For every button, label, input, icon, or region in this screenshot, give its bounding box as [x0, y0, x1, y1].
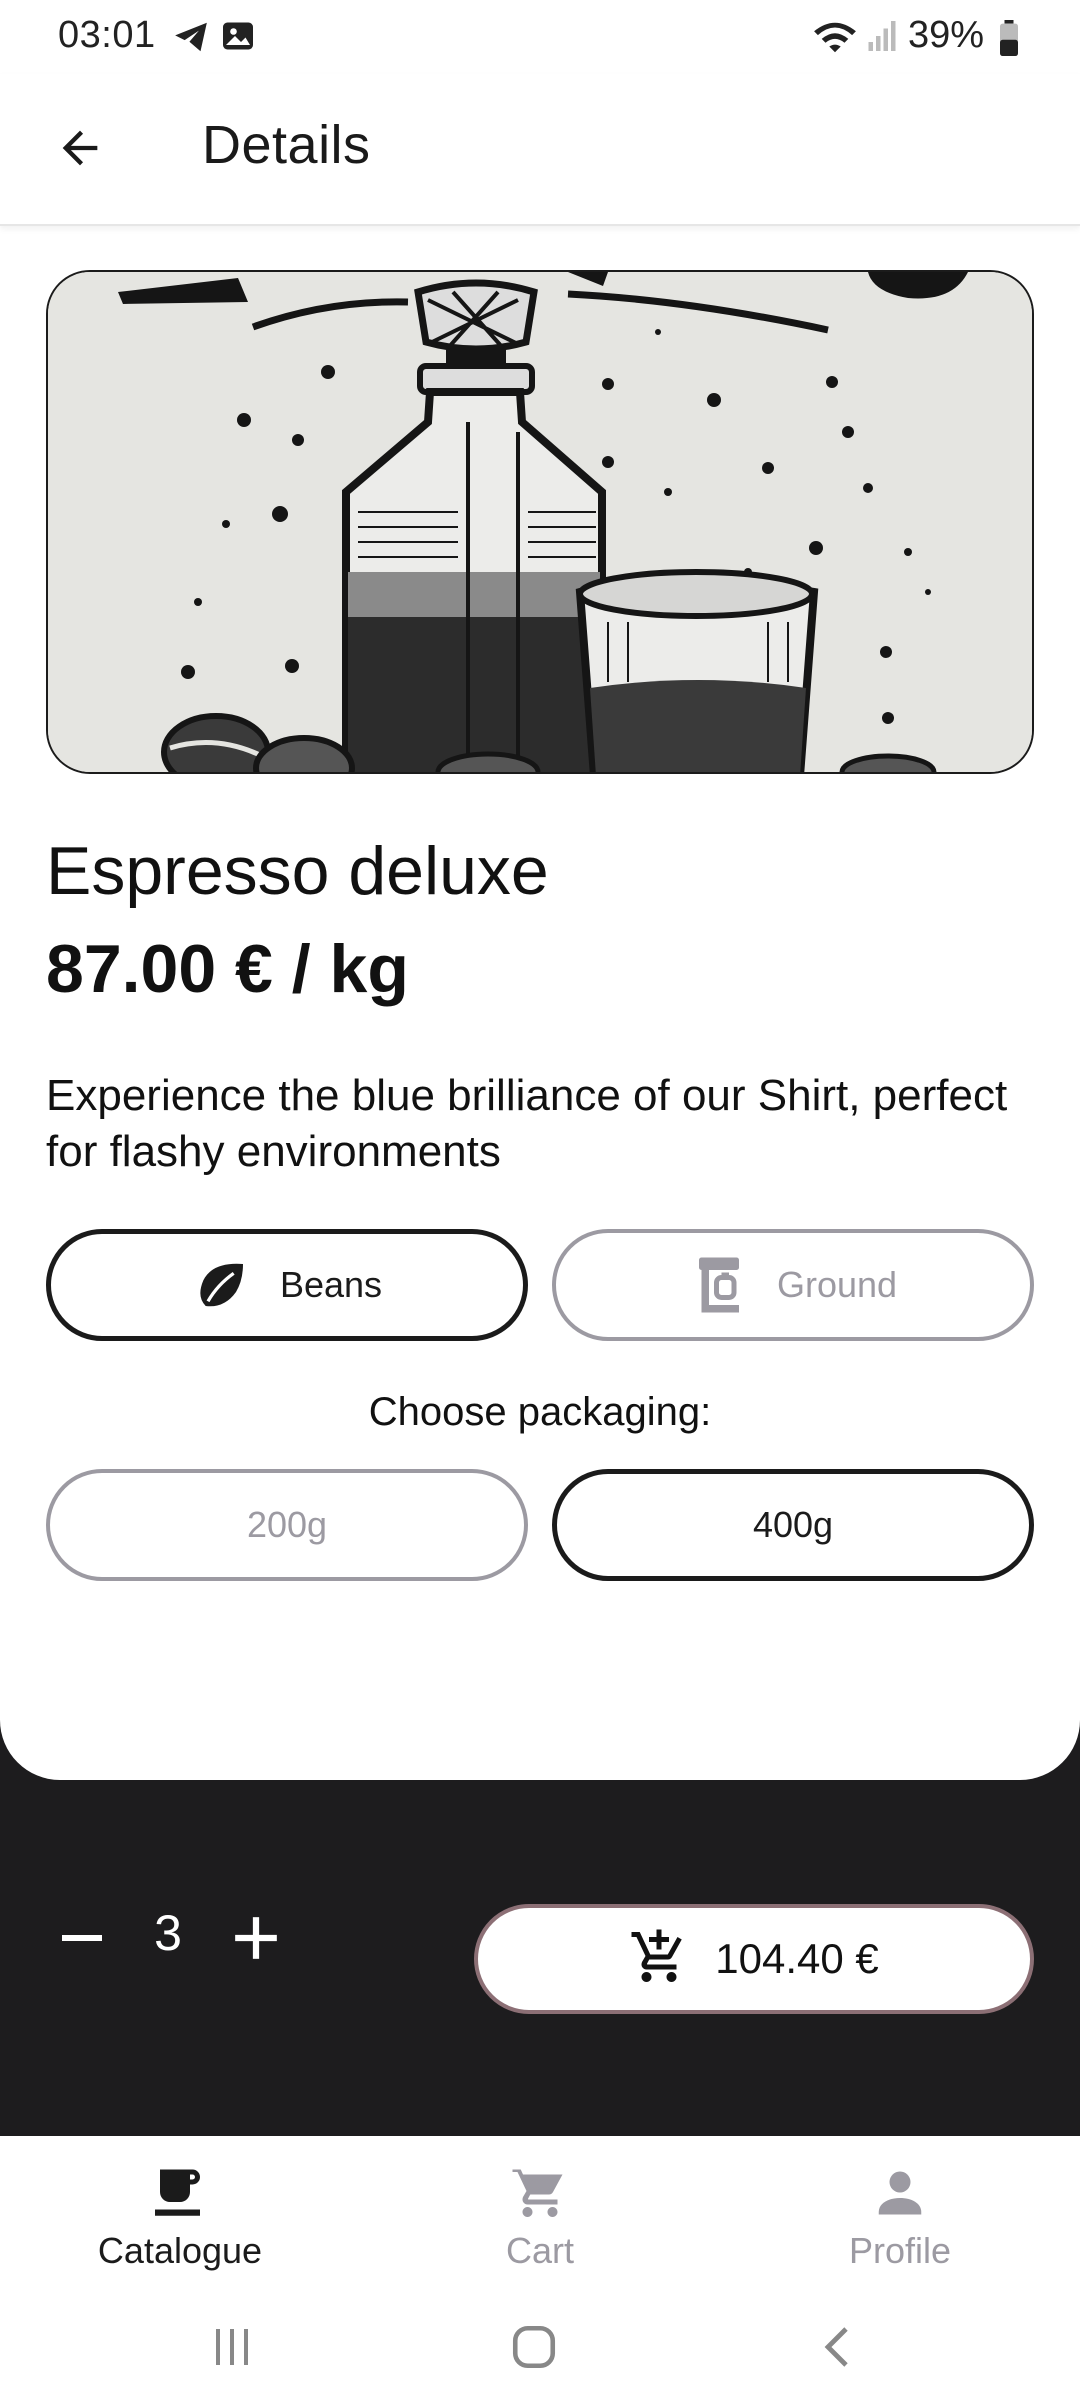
recent-apps-button[interactable] [192, 2314, 272, 2384]
arrow-back-icon [54, 122, 106, 179]
cart-total: 104.40 € [715, 1935, 879, 1982]
bottom-navigation: Catalogue Cart Profile [0, 2136, 1080, 2288]
nav-label: Profile [848, 2230, 952, 2271]
minus-icon [58, 1914, 106, 1967]
decrease-quantity-button[interactable] [52, 1910, 112, 1970]
home-button[interactable] [494, 2314, 574, 2384]
grind-option-ground[interactable]: Ground [552, 1229, 1034, 1341]
status-time: 03:01 [58, 14, 156, 56]
coffee-illustration [48, 272, 1032, 772]
signal-icon [866, 18, 898, 59]
app-bar: Details [0, 74, 1080, 226]
product-price: 87.00 € / kg [46, 931, 409, 1007]
wifi-icon [812, 18, 858, 61]
packaging-label: Choose packaging: [368, 1390, 712, 1434]
packaging-option-label: 400g [752, 1504, 834, 1545]
coffee-grinder-icon [689, 1255, 749, 1315]
recent-apps-icon [208, 2323, 256, 2376]
packaging-option-200g[interactable]: 200g [46, 1469, 528, 1581]
gallery-icon [220, 18, 256, 59]
battery-percent: 39% [908, 14, 985, 56]
content-card-bottom [0, 1660, 1080, 1780]
nav-item-catalogue[interactable]: Catalogue [0, 2136, 360, 2288]
battery-icon [998, 20, 1020, 61]
grind-option-label: Ground [776, 1264, 898, 1305]
nav-label: Catalogue [97, 2230, 263, 2271]
status-bar: 03:01 39% [0, 0, 1080, 74]
nav-item-profile[interactable]: Profile [720, 2136, 1080, 2288]
telegram-icon [172, 18, 210, 61]
product-image [46, 270, 1034, 774]
page-title: Details [202, 115, 371, 175]
increase-quantity-button[interactable] [226, 1910, 286, 1970]
packaging-option-400g[interactable]: 400g [552, 1469, 1034, 1581]
chevron-left-icon [814, 2323, 862, 2376]
person-icon [868, 2160, 932, 2224]
plus-icon [231, 1913, 281, 1968]
system-navigation-bar [0, 2288, 1080, 2408]
system-back-button[interactable] [798, 2314, 878, 2384]
shopping-cart-icon [508, 2160, 572, 2224]
grind-option-beans[interactable]: Beans [46, 1229, 528, 1341]
coffee-cup-icon [148, 2160, 212, 2224]
back-button[interactable] [40, 110, 120, 190]
add-to-cart-button[interactable]: 104.40 € [474, 1904, 1034, 2014]
nav-label: Cart [505, 2230, 574, 2271]
product-name: Espresso deluxe [46, 833, 549, 909]
grind-option-label: Beans [279, 1264, 383, 1305]
packaging-option-label: 200g [246, 1504, 328, 1545]
home-icon [509, 2322, 559, 2377]
quantity-value: 3 [154, 1905, 182, 1961]
add-shopping-cart-icon [629, 1927, 689, 1992]
nav-item-cart[interactable]: Cart [360, 2136, 720, 2288]
leaf-icon [192, 1255, 252, 1315]
product-description: Experience the blue brilliance of our Sh… [46, 1071, 1008, 1176]
